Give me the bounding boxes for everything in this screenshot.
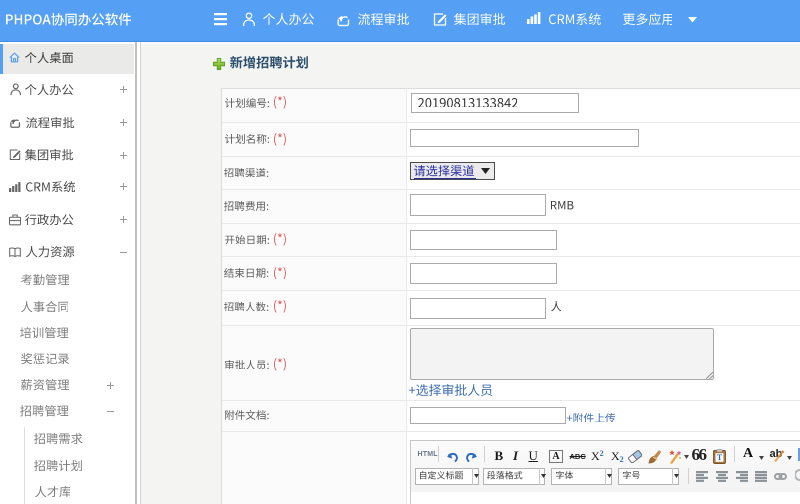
svg-text:T: T: [716, 453, 722, 462]
